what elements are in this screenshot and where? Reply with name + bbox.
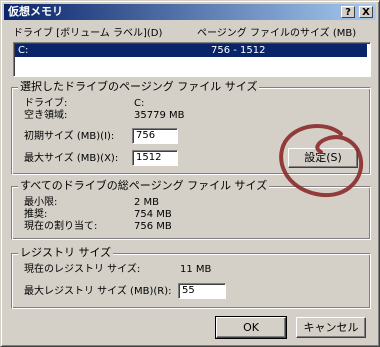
registry-max-label: 最大レジストリ サイズ (MB)(R): — [24, 286, 172, 297]
recommended-label: 推奨: — [24, 209, 48, 220]
initial-size-field[interactable]: 756 — [132, 128, 178, 144]
drive-list-row[interactable]: C: 756 - 1512 — [15, 44, 367, 57]
all-drives-group-title: すべてのドライブの総ページング ファイル サイズ — [18, 179, 270, 193]
set-button[interactable]: 設定(S) — [288, 148, 358, 168]
recommended-value: 754 MB — [134, 209, 172, 220]
selected-drive-group: 選択したドライブのページング ファイル サイズ ドライブ: C: 空き領域: 3… — [11, 80, 371, 175]
drive-column-header: ドライブ [ボリューム ラベル](D) — [13, 28, 163, 39]
drive-listbox[interactable]: C: 756 - 1512 — [13, 42, 371, 77]
min-label: 最小限: — [24, 197, 58, 208]
registry-group-title: レジストリ サイズ — [18, 246, 114, 260]
title-bar[interactable]: 仮想メモリ ? X — [4, 4, 376, 20]
current-value: 756 MB — [134, 221, 172, 232]
cancel-button[interactable]: キャンセル — [296, 317, 366, 338]
drive-label: ドライブ: — [24, 98, 68, 109]
window-title: 仮想メモリ — [8, 5, 63, 18]
current-label: 現在の割り当て: — [24, 221, 98, 232]
registry-group: レジストリ サイズ 現在のレジストリ サイズ: 11 MB 最大レジストリ サイ… — [11, 246, 371, 309]
initial-size-label: 初期サイズ (MB)(I): — [24, 131, 115, 142]
drive-size: 756 - 1512 — [211, 45, 266, 56]
registry-max-field[interactable]: 55 — [178, 283, 226, 299]
size-column-header: ページング ファイルのサイズ (MB) — [197, 28, 357, 39]
registry-current-label: 現在のレジストリ サイズ: — [24, 264, 141, 275]
free-space-value: 35779 MB — [134, 110, 185, 121]
free-space-label: 空き領域: — [24, 110, 68, 121]
registry-current-value: 11 MB — [180, 264, 212, 275]
min-value: 2 MB — [134, 197, 160, 208]
max-size-label: 最大サイズ (MB)(X): — [24, 153, 119, 164]
close-button[interactable]: X — [359, 6, 373, 18]
drive-value: C: — [134, 98, 145, 109]
help-button[interactable]: ? — [341, 6, 355, 18]
ok-button[interactable]: OK — [215, 316, 287, 339]
drive-letter: C: — [18, 45, 29, 56]
all-drives-group: すべてのドライブの総ページング ファイル サイズ 最小限: 2 MB 推奨: 7… — [11, 179, 371, 240]
virtual-memory-dialog: 仮想メモリ ? X ドライブ [ボリューム ラベル](D) ページング ファイル… — [0, 0, 380, 347]
selected-drive-group-title: 選択したドライブのページング ファイル サイズ — [18, 80, 260, 94]
max-size-field[interactable]: 1512 — [132, 150, 178, 166]
